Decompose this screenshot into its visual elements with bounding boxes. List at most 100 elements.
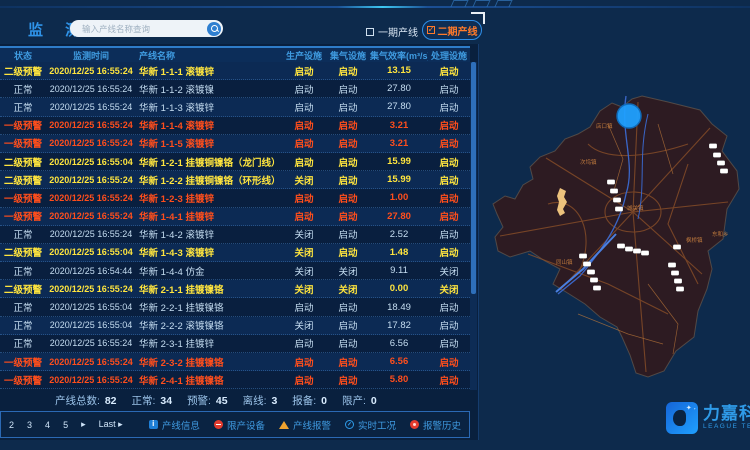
efficiency-cell: 3.21 bbox=[370, 120, 428, 131]
chain-middle-marker[interactable] bbox=[633, 249, 641, 254]
line-name-cell: 华新 2-4-1 挂镀镍铬 bbox=[136, 373, 282, 387]
chain-north-marker[interactable] bbox=[615, 207, 623, 212]
line-name-cell: 华新 2-3-1 挂镀锌 bbox=[136, 336, 282, 350]
scrollbar-thumb[interactable] bbox=[471, 62, 476, 294]
phase1-checkbox[interactable]: 一期产线 bbox=[366, 24, 418, 39]
legend-label: 产线信息 bbox=[162, 418, 200, 432]
page-button-5[interactable]: 5 bbox=[61, 419, 70, 431]
legend-item[interactable]: 实时工况 bbox=[345, 418, 396, 432]
chain-northeast-marker[interactable] bbox=[717, 161, 725, 166]
table-row[interactable]: 正常2020/12/25 16:55:24华新 1-1-2 滚镀镍启动启动27.… bbox=[0, 80, 470, 98]
chain-southwest-marker[interactable] bbox=[579, 254, 587, 259]
table-row[interactable]: 正常2020/12/25 16:55:24华新 1-4-2 滚镀锌关闭启动2.5… bbox=[0, 226, 470, 244]
table-row[interactable]: 一级预警2020/12/25 16:55:24华新 2-3-2 挂镀镍铬启动启动… bbox=[0, 353, 470, 371]
efficiency-cell: 1.00 bbox=[370, 192, 428, 203]
table-row[interactable]: 一级预警2020/12/25 16:55:24华新 1-4-1 挂镀锌启动启动2… bbox=[0, 208, 470, 226]
chain-southeast-marker[interactable] bbox=[668, 263, 676, 268]
district-shape bbox=[493, 96, 739, 377]
town-label: 同山镇 bbox=[556, 258, 573, 266]
table-row[interactable]: 一级预警2020/12/25 16:55:24华新 1-1-4 滚镀锌启动启动3… bbox=[0, 117, 470, 135]
treatment-facility-cell: 启动 bbox=[428, 100, 470, 114]
chain-northeast-marker[interactable] bbox=[720, 169, 728, 174]
chain-north-marker[interactable] bbox=[607, 180, 615, 185]
treatment-facility-cell: 启动 bbox=[428, 373, 470, 387]
status-cell: 二级预警 bbox=[0, 282, 46, 296]
table-row[interactable]: 一级预警2020/12/25 16:55:24华新 2-4-1 挂镀镍铬启动启动… bbox=[0, 371, 470, 389]
search-icon[interactable] bbox=[207, 22, 221, 36]
line-name-cell: 华新 2-2-2 滚镀镍铬 bbox=[136, 318, 282, 332]
table-row[interactable]: 正常2020/12/25 16:55:04华新 2-2-2 滚镀镍铬关闭启动17… bbox=[0, 317, 470, 335]
last-page-button[interactable]: Last ▸ bbox=[97, 418, 125, 431]
column-header: 监测时间 bbox=[46, 49, 136, 62]
time-cell: 2020/12/25 16:55:24 bbox=[46, 284, 136, 294]
chain-southeast-marker[interactable] bbox=[676, 287, 684, 292]
monitoring-dashboard: 监 测 一期产线 二期产线 状态 监测时间 产线名称 生产设施 集气设施 集气效… bbox=[0, 0, 750, 450]
chain-middle-marker[interactable] bbox=[641, 251, 649, 256]
table-row[interactable]: 正常2020/12/25 16:55:24华新 1-1-3 滚镀锌启动启动27.… bbox=[0, 98, 470, 116]
efficiency-cell: 18.49 bbox=[370, 302, 428, 313]
status-cell: 正常 bbox=[0, 100, 46, 114]
line-name-cell: 华新 1-4-1 挂镀锌 bbox=[136, 209, 282, 223]
line-name-cell: 华新 1-1-5 滚镀锌 bbox=[136, 136, 282, 150]
column-header: 集气设施 bbox=[326, 49, 370, 62]
gas-facility-cell: 启动 bbox=[326, 336, 370, 350]
summary-item: 产线总数: 82 bbox=[55, 393, 117, 408]
summary-item: 限产: 0 bbox=[342, 393, 377, 408]
chain-middle-marker[interactable] bbox=[625, 247, 633, 252]
summary-item: 报备: 0 bbox=[292, 393, 327, 408]
district-map: 店口镇次坞镇城关镇东和乡枫桥镇同山镇 bbox=[488, 84, 750, 396]
legend-label: 实时工况 bbox=[358, 418, 396, 432]
page-button-4[interactable]: 4 bbox=[43, 419, 52, 431]
efficiency-cell: 15.99 bbox=[370, 156, 428, 167]
chain-southeast-marker[interactable] bbox=[674, 279, 682, 284]
phase2-label: 二期产线 bbox=[438, 23, 478, 38]
production-facility-cell: 启动 bbox=[282, 300, 326, 314]
gas-facility-cell: 启动 bbox=[326, 318, 370, 332]
status-cell: 一级预警 bbox=[0, 373, 46, 387]
table-row[interactable]: 二级预警2020/12/25 16:55:24华新 1-2-2 挂镀铜镍铬（环形… bbox=[0, 171, 470, 189]
table-row[interactable]: 正常2020/12/25 16:55:04华新 2-2-1 挂镀镍铬启动启动18… bbox=[0, 298, 470, 316]
marker-single-marker[interactable] bbox=[673, 245, 681, 250]
legend-item[interactable]: 报警历史 bbox=[410, 418, 461, 432]
chain-southeast-marker[interactable] bbox=[671, 271, 679, 276]
table-body: 二级预警2020/12/25 16:55:24华新 1-1-1 滚镀锌启动启动1… bbox=[0, 62, 470, 389]
search-input[interactable] bbox=[80, 23, 207, 35]
treatment-facility-cell: 启动 bbox=[428, 209, 470, 223]
treatment-facility-cell: 启动 bbox=[428, 318, 470, 332]
next-page-button[interactable]: ▸ bbox=[79, 418, 88, 431]
chain-southwest-marker[interactable] bbox=[587, 270, 595, 275]
table-row[interactable]: 二级预警2020/12/25 16:55:24华新 1-1-1 滚镀锌启动启动1… bbox=[0, 62, 470, 80]
chain-southwest-marker[interactable] bbox=[593, 286, 601, 291]
legend-item[interactable]: 限产设备 bbox=[214, 418, 265, 432]
top-divider-line bbox=[0, 6, 750, 8]
legend-label: 产线报警 bbox=[293, 418, 331, 432]
table-row[interactable]: 二级预警2020/12/25 16:55:24华新 2-1-1 挂镀镍铬关闭关闭… bbox=[0, 280, 470, 298]
table-row[interactable]: 正常2020/12/25 16:55:24华新 2-3-1 挂镀锌启动启动6.5… bbox=[0, 335, 470, 353]
big-station-marker[interactable] bbox=[617, 104, 641, 128]
summary-item: 离线: 3 bbox=[243, 393, 278, 408]
legend-item[interactable]: 产线信息 bbox=[149, 418, 200, 432]
table-row[interactable]: 一级预警2020/12/25 16:55:24华新 1-1-5 滚镀锌启动启动3… bbox=[0, 135, 470, 153]
table-row[interactable]: 一级预警2020/12/25 16:55:24华新 1-2-3 挂镀锌启动启动1… bbox=[0, 189, 470, 207]
treatment-facility-cell: 启动 bbox=[428, 155, 470, 169]
chain-southwest-marker[interactable] bbox=[583, 262, 591, 267]
time-cell: 2020/12/25 16:55:24 bbox=[46, 338, 136, 348]
efficiency-cell: 0.00 bbox=[370, 283, 428, 294]
chain-southwest-marker[interactable] bbox=[590, 278, 598, 283]
table-row[interactable]: 正常2020/12/25 16:54:44华新 1-4-4 仿金关闭关闭9.11… bbox=[0, 262, 470, 280]
treatment-facility-cell: 启动 bbox=[428, 118, 470, 132]
page-button-3[interactable]: 3 bbox=[25, 419, 34, 431]
corner-bracket-decoration bbox=[471, 12, 485, 24]
table-row[interactable]: 二级预警2020/12/25 16:55:04华新 1-4-3 滚镀锌关闭启动1… bbox=[0, 244, 470, 262]
legend-label: 报警历史 bbox=[423, 418, 461, 432]
table-row[interactable]: 二级预警2020/12/25 16:55:04华新 1-2-1 挂镀铜镍铬（龙门… bbox=[0, 153, 470, 171]
chain-middle-marker[interactable] bbox=[617, 244, 625, 249]
page-button-2[interactable]: 2 bbox=[7, 419, 16, 431]
time-cell: 2020/12/25 16:55:24 bbox=[46, 84, 136, 94]
efficiency-cell: 6.56 bbox=[370, 356, 428, 367]
chain-north-marker[interactable] bbox=[613, 198, 621, 203]
chain-northeast-marker[interactable] bbox=[713, 153, 721, 158]
chain-northeast-marker[interactable] bbox=[709, 144, 717, 149]
chain-north-marker[interactable] bbox=[610, 189, 618, 194]
legend-item[interactable]: 产线报警 bbox=[279, 418, 331, 432]
